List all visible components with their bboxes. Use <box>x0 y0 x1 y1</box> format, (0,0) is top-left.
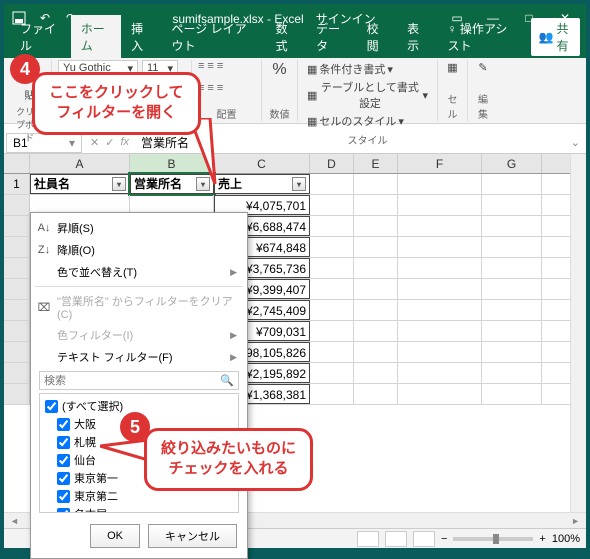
cancel-formula-icon[interactable]: ✕ <box>90 136 99 149</box>
view-normal-button[interactable] <box>357 531 379 547</box>
cells-button[interactable]: ▦ <box>444 60 461 75</box>
zoom-in-button[interactable]: + <box>539 533 545 545</box>
group-styles: スタイル <box>348 132 388 147</box>
view-pagebreak-button[interactable] <box>413 531 435 547</box>
filter-ok-button[interactable]: OK <box>90 524 140 548</box>
filter-dropdown-menu: A↓昇順(S) Z↓降順(O) 色で並べ替え(T)▶ ⌧"営業所名" からフィル… <box>30 212 248 559</box>
share-button[interactable]: 👥 共有 <box>531 18 581 56</box>
filter-checkbox[interactable] <box>45 400 58 413</box>
confirm-formula-icon[interactable]: ✓ <box>105 136 114 149</box>
clear-filter-item: ⌧"営業所名" からフィルターをクリア(C) <box>31 290 247 324</box>
zoom-slider[interactable] <box>453 537 533 541</box>
search-icon: 🔍 <box>220 374 234 387</box>
sort-by-color-item[interactable]: 色で並べ替え(T)▶ <box>31 261 247 283</box>
col-header-d[interactable]: D <box>310 154 354 173</box>
cell-styles-button[interactable]: ▦ セルのスタイル ▾ <box>304 112 407 130</box>
tab-review[interactable]: 校閲 <box>357 15 397 58</box>
tab-data[interactable]: データ <box>306 15 357 58</box>
align-top-icon[interactable]: ≡ <box>198 60 204 72</box>
format-as-table-button[interactable]: ▦ テーブルとして書式設定 ▾ <box>304 78 431 112</box>
col-header-g[interactable]: G <box>482 154 542 173</box>
sort-desc-item[interactable]: Z↓降順(O) <box>31 239 247 261</box>
expand-formula-icon[interactable]: ⌄ <box>565 136 586 149</box>
zoom-percent[interactable]: 100% <box>552 533 580 545</box>
tab-view[interactable]: 表示 <box>397 15 437 58</box>
select-all-corner[interactable] <box>4 154 30 173</box>
filter-arrow-icon[interactable]: ▾ <box>292 177 306 191</box>
align-mid-icon[interactable]: ≡ <box>207 60 213 72</box>
fx-icon[interactable]: fx <box>120 136 129 149</box>
group-cells: セル <box>444 91 461 121</box>
filter-checkbox[interactable] <box>57 472 70 485</box>
filter-checkbox[interactable] <box>57 418 70 431</box>
align-right-icon[interactable]: ≡ <box>217 82 223 94</box>
tab-insert[interactable]: 挿入 <box>121 15 161 58</box>
header-employee[interactable]: 社員名▾ <box>30 174 130 194</box>
align-center-icon[interactable]: ≡ <box>207 82 213 94</box>
tab-file[interactable]: ファイル <box>10 15 71 58</box>
col-header-f[interactable]: F <box>398 154 482 173</box>
group-number: 数値 <box>268 106 291 121</box>
callout-4: ここをクリックしてフィルターを開く <box>32 72 201 135</box>
filter-search-box[interactable]: 🔍 <box>39 371 239 390</box>
editing-button[interactable]: ✎ <box>474 60 492 75</box>
view-layout-button[interactable] <box>385 531 407 547</box>
row-header-1[interactable]: 1 <box>4 174 30 194</box>
filter-checkbox[interactable] <box>57 508 70 514</box>
tab-layout[interactable]: ページ レイアウト <box>161 15 265 58</box>
filter-checkbox[interactable] <box>57 490 70 503</box>
group-editing: 編集 <box>474 91 492 121</box>
clear-filter-icon: ⌧ <box>37 301 51 314</box>
filter-checkbox[interactable] <box>57 436 70 449</box>
number-format-button[interactable]: % <box>268 60 291 80</box>
text-filter-item[interactable]: テキスト フィルター(F)▶ <box>31 346 247 368</box>
tab-home[interactable]: ホーム <box>71 15 121 58</box>
callout-5: 絞り込みたいものにチェックを入れる <box>144 428 313 491</box>
filter-arrow-icon[interactable]: ▾ <box>112 177 126 191</box>
filter-cancel-button[interactable]: キャンセル <box>148 524 237 548</box>
filter-check-item[interactable]: 名古屋 <box>43 505 235 513</box>
callout-badge-4: 4 <box>10 54 40 84</box>
sort-asc-icon: A↓ <box>37 222 51 234</box>
col-header-e[interactable]: E <box>354 154 398 173</box>
callout-badge-5: 5 <box>120 412 150 442</box>
tab-formula[interactable]: 数式 <box>266 15 306 58</box>
align-bot-icon[interactable]: ≡ <box>217 60 223 72</box>
conditional-format-button[interactable]: ▦ 条件付き書式 ▾ <box>304 60 396 78</box>
col-header-a[interactable]: A <box>30 154 130 173</box>
filter-search-input[interactable] <box>44 375 220 387</box>
sort-asc-item[interactable]: A↓昇順(S) <box>31 217 247 239</box>
filter-checkbox[interactable] <box>57 454 70 467</box>
zoom-out-button[interactable]: − <box>441 533 447 545</box>
color-filter-item: 色フィルター(I)▶ <box>31 324 247 346</box>
vertical-scrollbar[interactable] <box>570 154 586 512</box>
sort-desc-icon: Z↓ <box>37 244 51 256</box>
tell-me[interactable]: ♀ 操作アシスト <box>437 15 524 58</box>
